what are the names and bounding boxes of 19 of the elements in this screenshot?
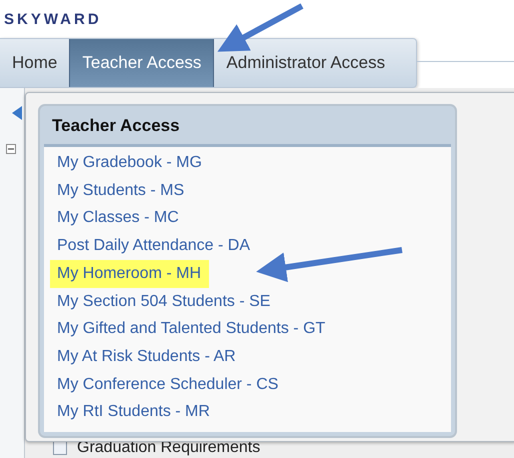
menu-link[interactable]: My Conference Scheduler - CS xyxy=(50,370,286,398)
nav-tab[interactable]: Home xyxy=(0,39,70,87)
menu-link[interactable]: My Homeroom - MH xyxy=(50,260,210,288)
menu-link[interactable]: My RtI Students - MR xyxy=(50,398,218,426)
menu-link[interactable]: My Gradebook - MG xyxy=(50,149,210,177)
menu-link[interactable]: My Gifted and Talented Students - GT xyxy=(50,315,334,343)
nav-tab[interactable]: Administrator Access xyxy=(214,39,398,87)
logo: SKYWARD xyxy=(4,10,102,28)
menu-title: Teacher Access xyxy=(51,115,181,137)
item-label: Graduation Requirements xyxy=(77,439,260,457)
minus-icon[interactable] xyxy=(6,144,16,154)
collapse-icon[interactable] xyxy=(12,106,22,120)
nav-tab[interactable]: Teacher Access xyxy=(69,39,214,87)
menu-link[interactable]: My Classes - MC xyxy=(50,204,187,232)
menu-link[interactable]: My Section 504 Students - SE xyxy=(50,288,278,316)
menu-link[interactable]: Post Daily Attendance - DA xyxy=(50,232,258,260)
menu-link[interactable]: My Students - MS xyxy=(50,176,192,204)
checkbox[interactable] xyxy=(53,441,67,455)
menu-link[interactable]: My At Risk Students - AR xyxy=(50,342,244,371)
